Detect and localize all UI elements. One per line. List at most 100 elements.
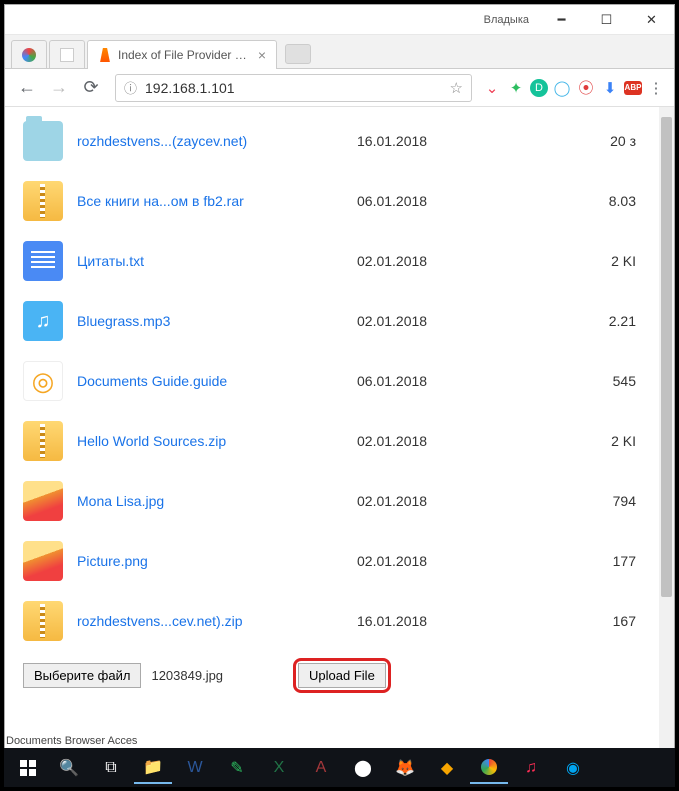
page-content: rozhdestvens...(zaycev.net)16.01.201820 … <box>5 107 674 751</box>
download-icon[interactable]: ⬇ <box>600 78 620 98</box>
browser-toolbar: ← → ⟳ ⓘ 192.168.1.101 ☆ ⌄ ✦ D ◯ ⦿ ⬇ ABP … <box>5 69 674 107</box>
pocket-icon[interactable]: ⌄ <box>482 78 502 98</box>
back-button[interactable]: ← <box>13 74 41 102</box>
vlc-favicon-icon <box>98 48 112 62</box>
file-row: Все книги на...ом в fb2.rar06.01.20188.0… <box>5 171 674 231</box>
file-date: 02.01.2018 <box>357 313 497 329</box>
file-size: 20 з <box>497 133 656 149</box>
tab-2-close-icon[interactable]: × <box>258 47 266 63</box>
grammarly-icon[interactable]: D <box>530 79 548 97</box>
file-row: rozhdestvens...(zaycev.net)16.01.201820 … <box>5 111 674 171</box>
scrollbar[interactable] <box>659 107 674 751</box>
upload-highlight: Upload File <box>293 658 391 693</box>
file-row: Hello World Sources.zip02.01.20182 KI <box>5 411 674 471</box>
file-link[interactable]: Hello World Sources.zip <box>77 433 357 449</box>
file-size: 8.03 <box>497 193 656 209</box>
file-row: ♫ Bluegrass.mp302.01.20182.21 <box>5 291 674 351</box>
file-size: 2 KI <box>497 433 656 449</box>
file-link[interactable]: Mona Lisa.jpg <box>77 493 357 509</box>
file-img-icon <box>23 541 63 581</box>
file-row: Цитаты.txt02.01.20182 KI <box>5 231 674 291</box>
choose-file-button[interactable]: Выберите файл <box>23 663 141 688</box>
window-minimize-button[interactable]: ━ <box>539 5 584 34</box>
taskbar-evernote-icon[interactable]: ✎ <box>218 752 256 784</box>
menu-icon[interactable]: ⋮ <box>646 78 666 98</box>
file-date: 16.01.2018 <box>357 133 497 149</box>
file-date: 02.01.2018 <box>357 253 497 269</box>
upload-file-button[interactable]: Upload File <box>298 663 386 688</box>
file-list: rozhdestvens...(zaycev.net)16.01.201820 … <box>5 107 674 655</box>
file-link[interactable]: Цитаты.txt <box>77 253 357 269</box>
file-img-icon <box>23 481 63 521</box>
window-user-label: Владыка <box>484 14 529 26</box>
taskbar-itunes-icon[interactable]: ♫ <box>512 752 550 784</box>
file-link[interactable]: Documents Guide.guide <box>77 373 357 389</box>
file-link[interactable]: rozhdestvens...cev.net).zip <box>77 613 357 629</box>
file-size: 2 KI <box>497 253 656 269</box>
upload-bar: Выберите файл 1203849.jpg Upload File <box>5 655 674 695</box>
taskbar-app3-icon[interactable]: ◉ <box>554 752 592 784</box>
opera-icon[interactable]: ◯ <box>552 78 572 98</box>
obscured-text: Documents Browser Acces <box>6 735 137 747</box>
file-date: 02.01.2018 <box>357 553 497 569</box>
tab-0[interactable] <box>11 40 47 68</box>
tab-2[interactable]: Index of File Provider St… × <box>87 40 277 69</box>
taskbar-gimp-icon[interactable]: 🦊 <box>386 752 424 784</box>
file-size: 2.21 <box>497 313 656 329</box>
bookmark-star-icon[interactable]: ☆ <box>450 79 463 97</box>
file-zip-icon <box>23 601 63 641</box>
file-row: Picture.png02.01.2018177 <box>5 531 674 591</box>
new-tab-button[interactable] <box>285 44 311 64</box>
file-guide-icon: ◎ <box>23 361 63 401</box>
file-date: 06.01.2018 <box>357 193 497 209</box>
browser-window: Владыка ━ ☐ ✕ Index of File Provider St…… <box>4 4 675 752</box>
taskbar-word-icon[interactable]: W <box>176 752 214 784</box>
file-zip-icon <box>23 181 63 221</box>
file-row: ◎ Documents Guide.guide06.01.2018545 <box>5 351 674 411</box>
evernote-icon[interactable]: ✦ <box>506 78 526 98</box>
file-size: 177 <box>497 553 656 569</box>
file-folder-icon <box>23 121 63 161</box>
file-link[interactable]: Все книги на...ом в fb2.rar <box>77 193 357 209</box>
start-button[interactable] <box>10 752 46 784</box>
file-size: 545 <box>497 373 656 389</box>
file-zip-icon <box>23 421 63 461</box>
window-close-button[interactable]: ✕ <box>629 5 674 34</box>
window-maximize-button[interactable]: ☐ <box>584 5 629 34</box>
file-date: 16.01.2018 <box>357 613 497 629</box>
tab-strip: Index of File Provider St… × <box>5 35 674 69</box>
file-link[interactable]: rozhdestvens...(zaycev.net) <box>77 133 357 149</box>
taskbar-app2-icon[interactable]: ◆ <box>428 752 466 784</box>
file-link[interactable]: Picture.png <box>77 553 357 569</box>
file-row: Mona Lisa.jpg02.01.2018794 <box>5 471 674 531</box>
taskbar-excel-icon[interactable]: X <box>260 752 298 784</box>
site-info-icon[interactable]: ⓘ <box>124 78 137 97</box>
taskbar-chrome-icon[interactable] <box>470 752 508 784</box>
file-date: 02.01.2018 <box>357 433 497 449</box>
file-size: 167 <box>497 613 656 629</box>
chosen-filename: 1203849.jpg <box>151 668 223 683</box>
taskbar-app1-icon[interactable]: ⬤ <box>344 752 382 784</box>
tab-1[interactable] <box>49 40 85 68</box>
ublock-icon[interactable]: ⦿ <box>576 78 596 98</box>
file-link[interactable]: Bluegrass.mp3 <box>77 313 357 329</box>
file-size: 794 <box>497 493 656 509</box>
taskbar-search-icon[interactable]: 🔍 <box>50 752 88 784</box>
window-titlebar: Владыка ━ ☐ ✕ <box>5 5 674 35</box>
taskbar-taskview-icon[interactable]: ⧉ <box>92 752 130 784</box>
file-row: rozhdestvens...cev.net).zip16.01.2018167 <box>5 591 674 651</box>
address-bar[interactable]: ⓘ 192.168.1.101 ☆ <box>115 74 472 102</box>
file-date: 06.01.2018 <box>357 373 497 389</box>
url-text: 192.168.1.101 <box>145 80 442 96</box>
taskbar-explorer-icon[interactable]: 📁 <box>134 752 172 784</box>
tab-2-title: Index of File Provider St… <box>118 48 248 62</box>
file-mp3-icon: ♫ <box>23 301 63 341</box>
reload-button[interactable]: ⟳ <box>77 74 105 102</box>
windows-taskbar: 🔍 ⧉ 📁 W ✎ X A ⬤ 🦊 ◆ ♫ ◉ <box>4 748 675 787</box>
scrollbar-thumb[interactable] <box>661 117 672 597</box>
taskbar-access-icon[interactable]: A <box>302 752 340 784</box>
tab-0-favicon <box>22 48 36 62</box>
adblock-icon[interactable]: ABP <box>624 81 642 95</box>
tab-1-favicon <box>60 48 74 62</box>
forward-button[interactable]: → <box>45 74 73 102</box>
